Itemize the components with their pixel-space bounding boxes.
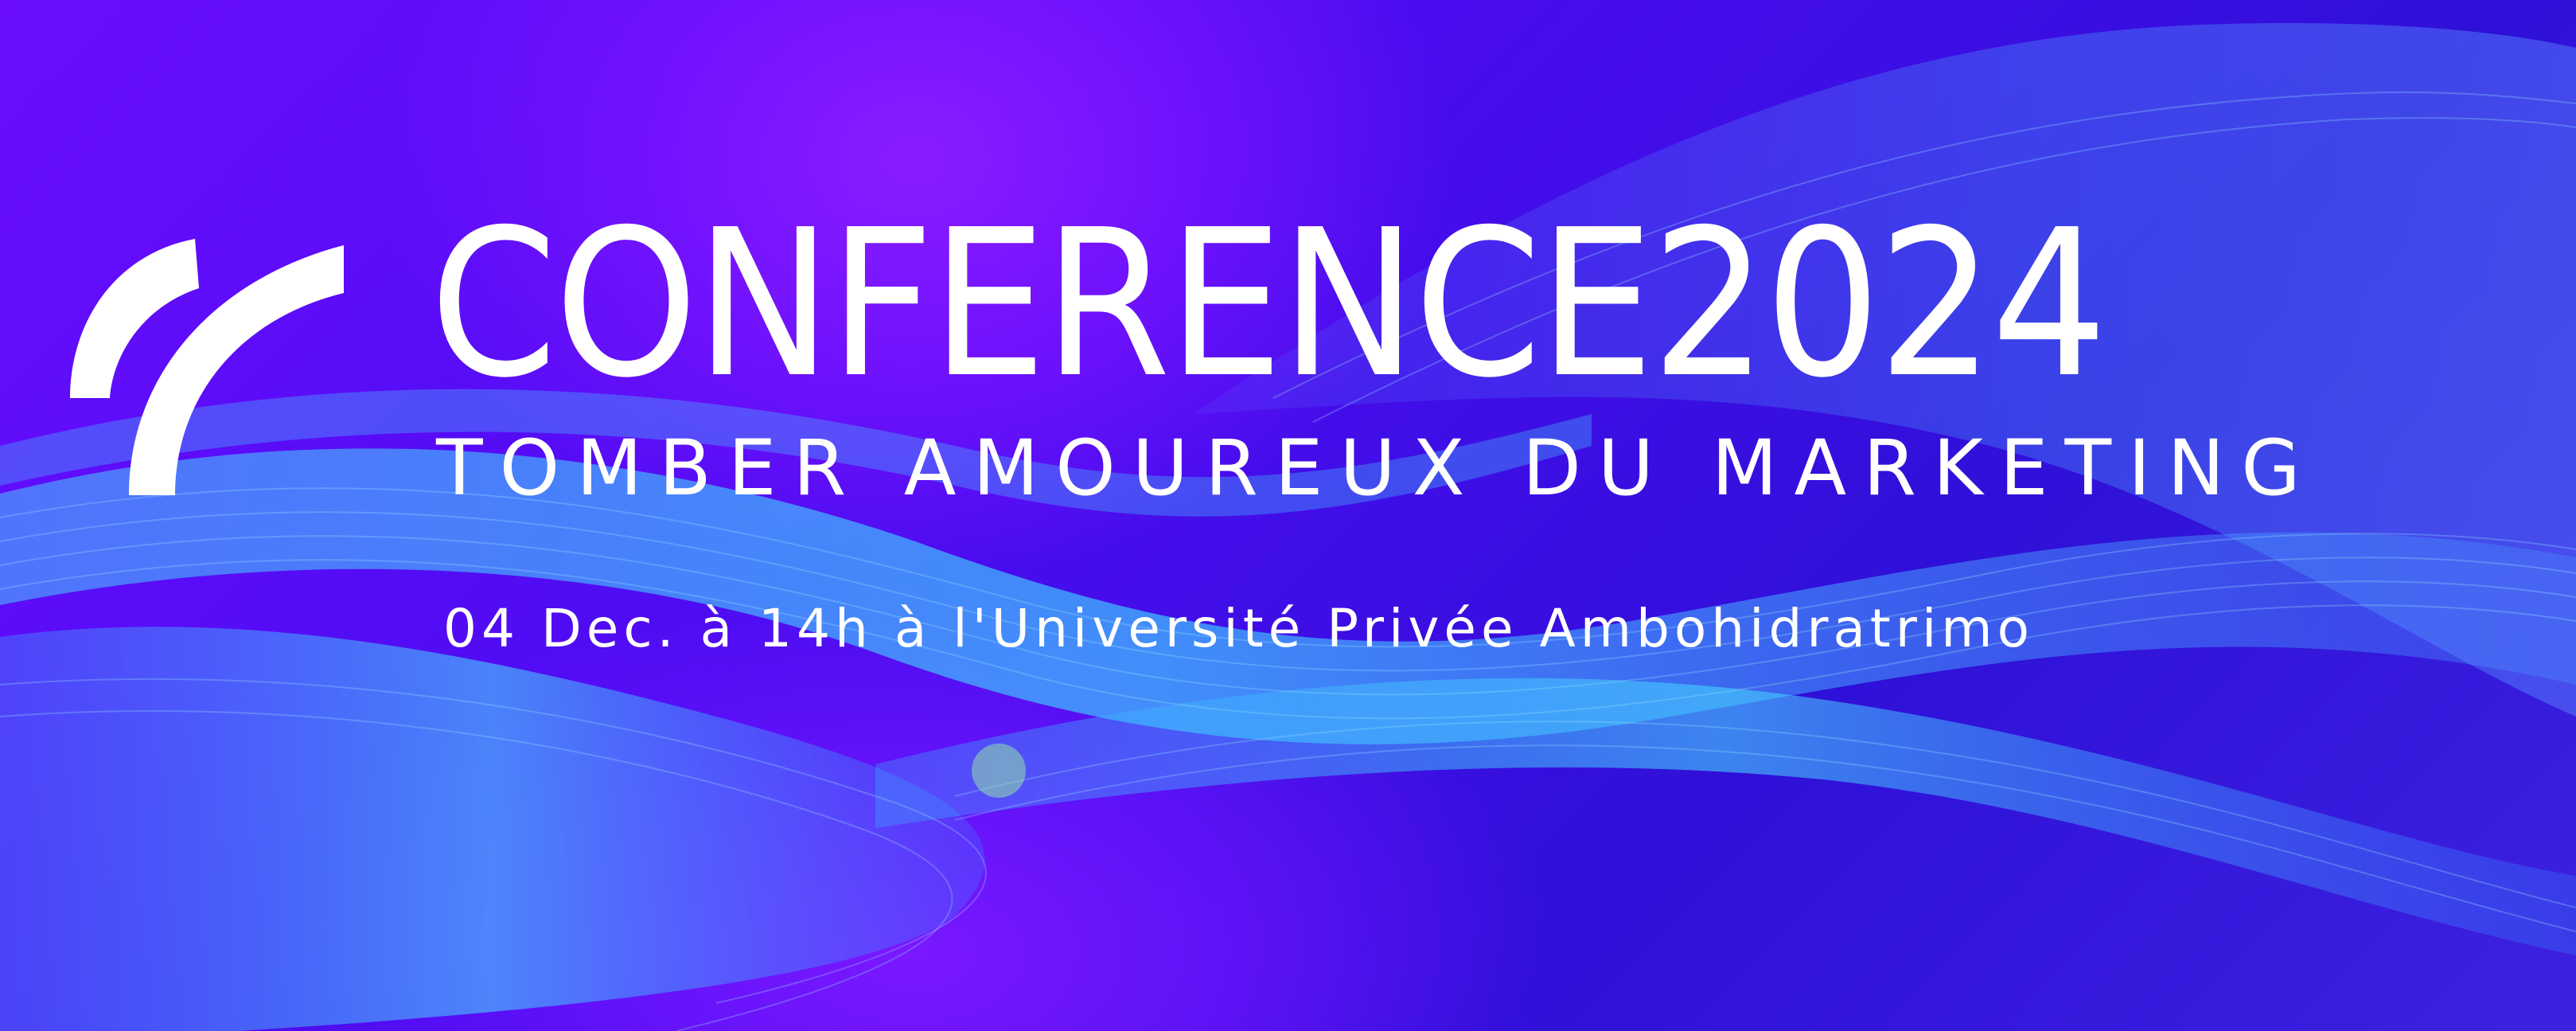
wave-ribbons-decoration xyxy=(0,23,2576,1031)
conference-title: CONFERENCE2024 xyxy=(430,186,2107,423)
conference-banner: CONFERENCE2024 TOMBER AMOUREUX DU MARKET… xyxy=(0,0,2576,1031)
conference-date-location: 04 Dec. à 14h à l'Université Privée Ambo… xyxy=(443,598,2034,659)
conference-subtitle: TOMBER AMOUREUX DU MARKETING xyxy=(436,424,2317,513)
signal-arcs-icon xyxy=(70,239,344,495)
